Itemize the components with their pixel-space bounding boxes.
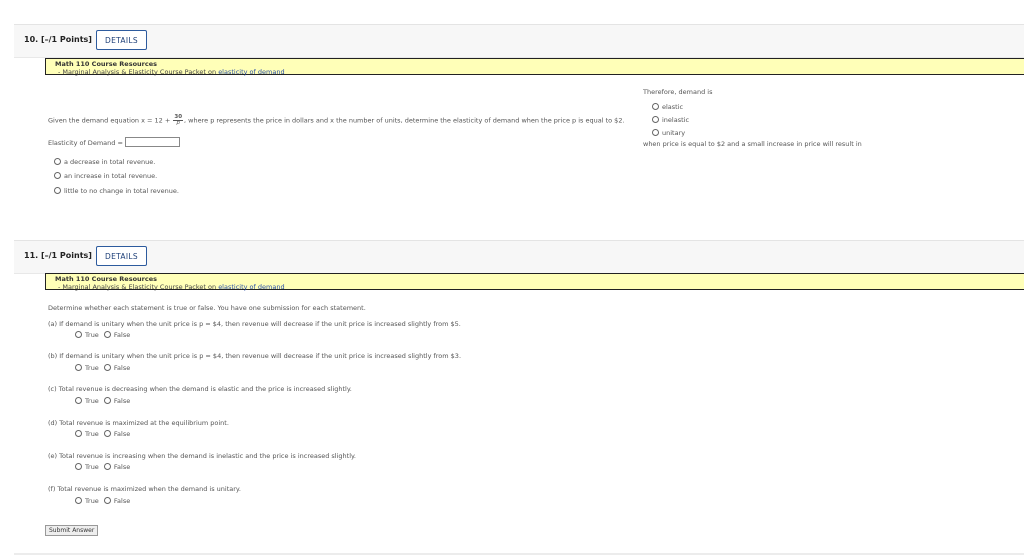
false-label[interactable]: False: [114, 463, 130, 471]
question-10-header: 10. [–/1 Points] DETAILS: [14, 24, 1024, 58]
when-price-text: when price is equal to $2 and a small in…: [643, 140, 862, 148]
option-elastic[interactable]: elastic: [652, 102, 683, 111]
radio-icon[interactable]: [103, 396, 111, 404]
radio-icon[interactable]: [75, 396, 82, 404]
radio-icon[interactable]: [103, 462, 111, 470]
divider: [14, 553, 1024, 555]
true-label[interactable]: True: [85, 397, 99, 405]
radio-icon[interactable]: [103, 429, 111, 437]
question-11-details-button[interactable]: DETAILS: [96, 246, 147, 266]
true-label[interactable]: True: [85, 430, 99, 438]
elasticity-of-demand-link[interactable]: elasticity of demand: [218, 283, 284, 291]
false-label[interactable]: False: [114, 397, 130, 405]
elasticity-label: Elasticity of Demand =: [48, 139, 123, 147]
radio-icon[interactable]: [54, 171, 61, 179]
option-revenue-decrease[interactable]: a decrease in total revenue.: [54, 157, 155, 166]
radio-icon[interactable]: [103, 496, 111, 504]
statement-f: (f) Total revenue is maximized when the …: [48, 485, 241, 493]
statement-d-choices: True False: [75, 429, 130, 438]
true-label[interactable]: True: [85, 364, 99, 372]
radio-icon[interactable]: [75, 363, 82, 371]
radio-icon[interactable]: [652, 128, 659, 136]
fraction: 30 p: [173, 114, 184, 126]
question-10-prompt: Given the demand equation x = 12 + 30 p, …: [48, 114, 625, 126]
true-label[interactable]: True: [85, 331, 99, 339]
statement-f-choices: True False: [75, 496, 130, 505]
option-unitary[interactable]: unitary: [652, 128, 685, 137]
radio-icon[interactable]: [54, 157, 61, 165]
elasticity-input[interactable]: [125, 137, 180, 147]
false-label[interactable]: False: [114, 331, 130, 339]
radio-icon[interactable]: [652, 102, 659, 110]
elasticity-of-demand-link[interactable]: elasticity of demand: [218, 68, 284, 76]
statement-d: (d) Total revenue is maximized at the eq…: [48, 419, 229, 427]
option-revenue-increase[interactable]: an increase in total revenue.: [54, 171, 157, 180]
statement-a: (a) If demand is unitary when the unit p…: [48, 320, 461, 328]
question-10-resources-box: Math 110 Course Resources - Marginal Ana…: [45, 58, 1024, 76]
false-label[interactable]: False: [114, 364, 130, 372]
statement-e: (e) Total revenue is increasing when the…: [48, 452, 356, 460]
option-inelastic[interactable]: inelastic: [652, 115, 689, 124]
radio-icon[interactable]: [75, 330, 82, 338]
question-10-number: 10. [–/1 Points]: [24, 35, 92, 44]
statement-a-choices: True False: [75, 330, 130, 339]
false-label[interactable]: False: [114, 430, 130, 438]
option-revenue-no-change[interactable]: little to no change in total revenue.: [54, 186, 179, 195]
statement-c: (c) Total revenue is decreasing when the…: [48, 385, 352, 393]
statement-c-choices: True False: [75, 396, 130, 405]
radio-icon[interactable]: [75, 496, 82, 504]
therefore-text: Therefore, demand is: [643, 88, 713, 96]
radio-icon[interactable]: [103, 363, 111, 371]
submit-answer-button[interactable]: Submit Answer: [45, 525, 99, 536]
statement-b-choices: True False: [75, 363, 130, 372]
radio-icon[interactable]: [75, 429, 82, 437]
question-11-resources-box: Math 110 Course Resources - Marginal Ana…: [45, 273, 1024, 291]
false-label[interactable]: False: [114, 497, 130, 505]
radio-icon[interactable]: [652, 115, 659, 123]
question-11-intro: Determine whether each statement is true…: [48, 304, 366, 312]
resource-line: - Marginal Analysis & Elasticity Course …: [58, 282, 285, 291]
resource-line: - Marginal Analysis & Elasticity Course …: [58, 67, 285, 76]
radio-icon[interactable]: [54, 186, 61, 194]
radio-icon[interactable]: [103, 330, 111, 338]
question-11-header: 11. [–/1 Points] DETAILS: [14, 240, 1024, 274]
question-10-details-button[interactable]: DETAILS: [96, 30, 147, 50]
statement-b: (b) If demand is unitary when the unit p…: [48, 352, 462, 360]
true-label[interactable]: True: [85, 497, 99, 505]
true-label[interactable]: True: [85, 463, 99, 471]
question-11-number: 11. [–/1 Points]: [24, 251, 92, 260]
statement-e-choices: True False: [75, 462, 130, 471]
radio-icon[interactable]: [75, 462, 82, 470]
